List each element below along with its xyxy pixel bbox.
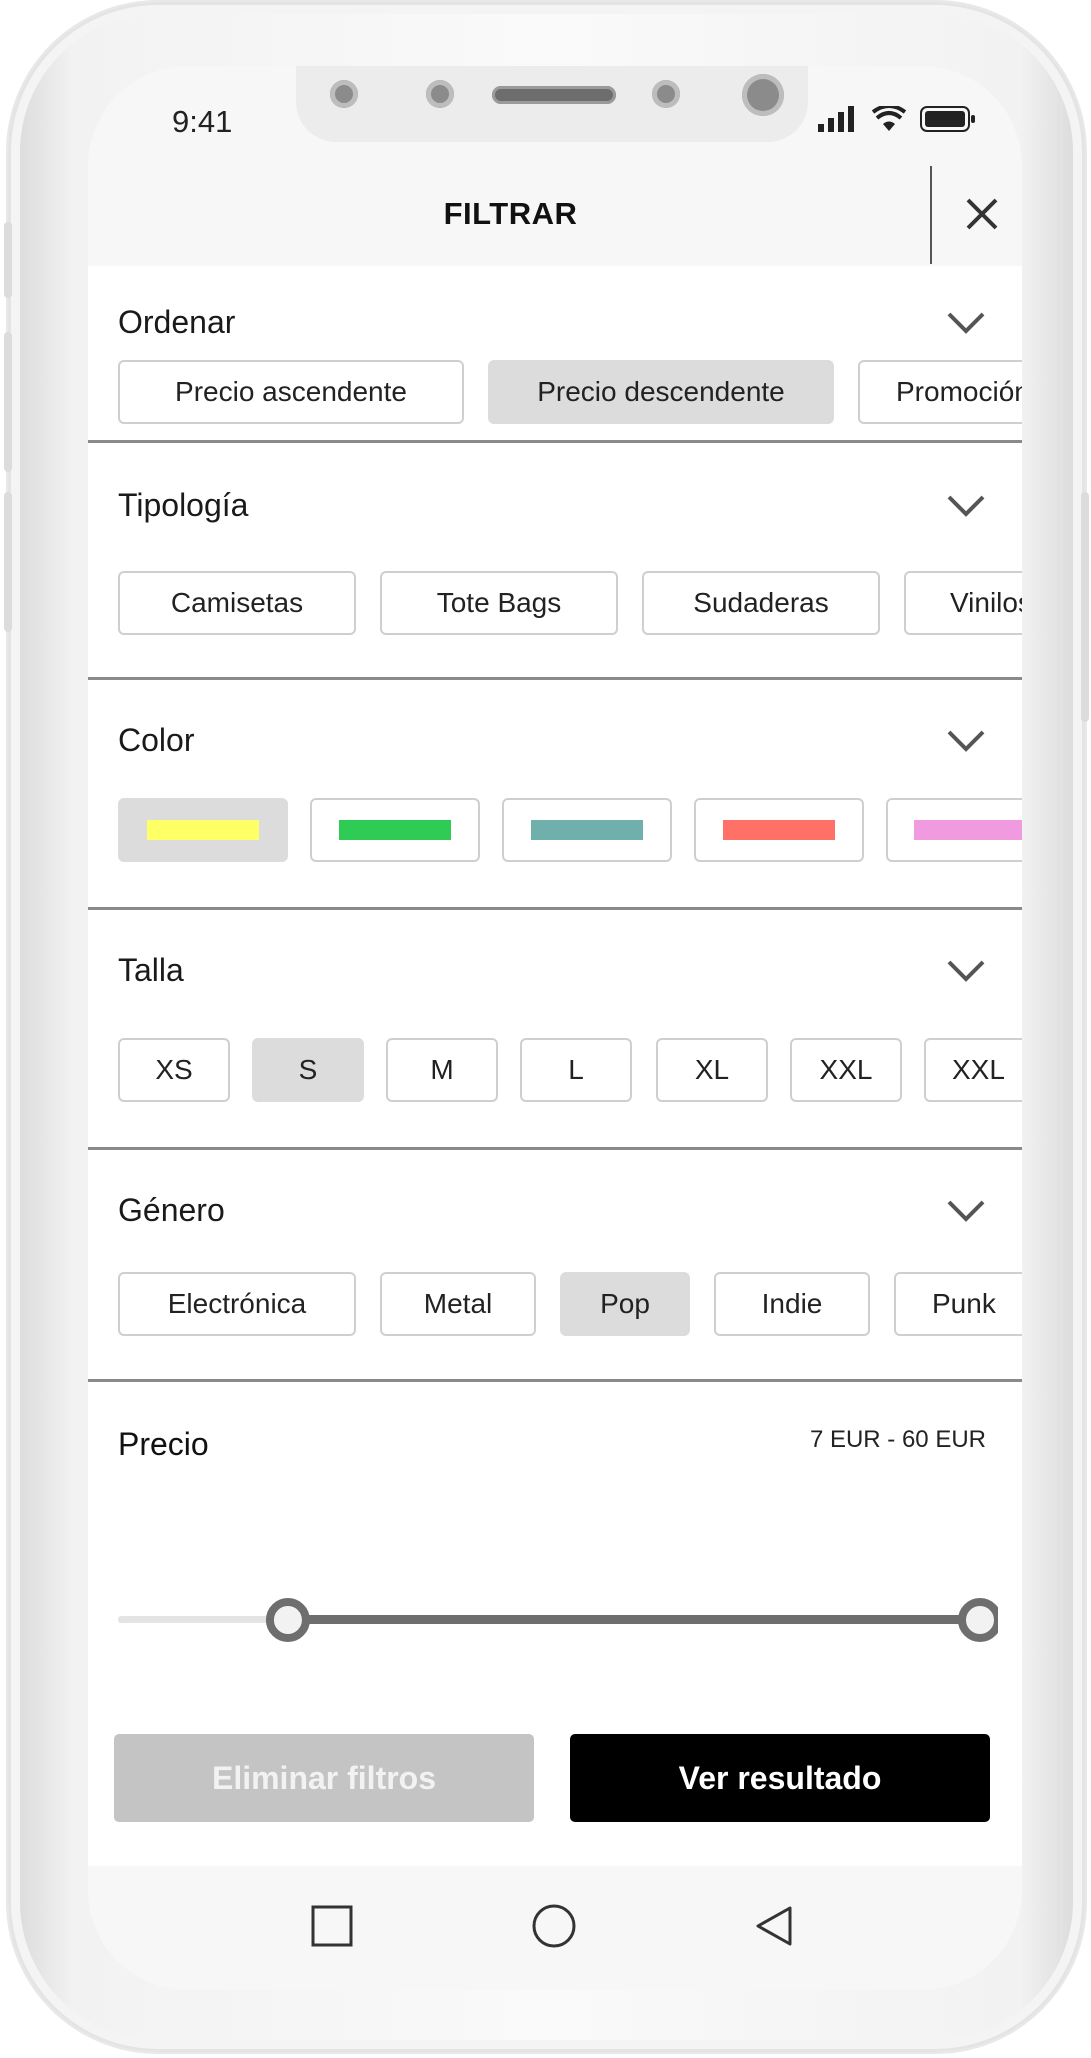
section-title-tipologia: Tipología	[118, 487, 249, 523]
size-option[interactable]: XXL	[924, 1038, 1022, 1102]
wifi-icon	[872, 106, 906, 131]
genre-option[interactable]: Electrónica	[118, 1272, 356, 1336]
sensor-icon	[652, 80, 680, 108]
chevron-down-icon[interactable]	[946, 310, 986, 336]
color-swatch-option[interactable]	[886, 798, 1022, 862]
header-divider	[930, 166, 932, 264]
section-talla: Talla XS S M L XL XXL XXL	[88, 910, 1022, 1150]
phone-frame: 9:41 FILTRAR Ordenar Precio ascendente P…	[4, 2, 1089, 2052]
color-swatch-option[interactable]	[694, 798, 864, 862]
battery-icon	[920, 106, 975, 132]
chevron-down-icon[interactable]	[946, 728, 986, 754]
status-icons	[818, 106, 976, 132]
sort-option[interactable]: Promoción	[858, 360, 1022, 424]
chevron-down-icon[interactable]	[946, 493, 986, 519]
color-swatch	[723, 820, 835, 840]
color-swatch	[914, 820, 1022, 840]
section-title-color: Color	[118, 722, 195, 758]
size-option-selected[interactable]: S	[252, 1038, 364, 1102]
status-time: 9:41	[172, 104, 233, 139]
section-title-precio: Precio	[118, 1426, 209, 1462]
color-swatch	[339, 820, 451, 840]
color-swatch-option[interactable]	[118, 798, 288, 862]
chevron-down-icon[interactable]	[946, 1198, 986, 1224]
section-title-talla: Talla	[118, 952, 184, 988]
see-results-button[interactable]: Ver resultado	[570, 1734, 990, 1822]
camera-icon	[742, 74, 784, 116]
section-title-genero: Género	[118, 1192, 225, 1228]
genre-option[interactable]: Metal	[380, 1272, 536, 1336]
section-tipologia: Tipología Camisetas Tote Bags Sudaderas …	[88, 443, 1022, 680]
size-option[interactable]: L	[520, 1038, 632, 1102]
speaker-icon	[492, 86, 616, 104]
section-title-ordenar: Ordenar	[118, 304, 236, 340]
size-option[interactable]: XL	[656, 1038, 768, 1102]
section-ordenar: Ordenar Precio ascendente Precio descend…	[88, 266, 1022, 443]
clear-filters-button[interactable]: Eliminar filtros	[114, 1734, 534, 1822]
genre-option[interactable]: Indie	[714, 1272, 870, 1336]
close-icon[interactable]	[958, 190, 1006, 238]
slider-min-handle[interactable]	[265, 1598, 310, 1642]
size-option[interactable]: XS	[118, 1038, 230, 1102]
price-range-text: 7 EUR - 60 EUR	[809, 1426, 986, 1453]
type-option[interactable]: Tote Bags	[380, 571, 618, 635]
chevron-down-icon[interactable]	[946, 958, 986, 984]
type-option[interactable]: Vinilos	[904, 571, 1022, 635]
screen: 9:41 FILTRAR Ordenar Precio ascendente P…	[88, 66, 1022, 1990]
slider-track-fill	[287, 1615, 980, 1624]
size-option[interactable]: XXL	[790, 1038, 902, 1102]
android-nav-bar	[88, 1866, 1022, 1990]
sensor-icon	[426, 80, 454, 108]
size-option[interactable]: M	[386, 1038, 498, 1102]
genre-option-selected[interactable]: Pop	[560, 1272, 690, 1336]
sort-option-selected[interactable]: Precio descendente	[488, 360, 834, 424]
color-swatch-option[interactable]	[310, 798, 480, 862]
notch	[296, 66, 808, 142]
section-genero: Género Electrónica Metal Pop Indie Punk	[88, 1150, 1022, 1382]
side-button	[4, 492, 12, 632]
side-button	[4, 222, 12, 298]
page-title: FILTRAR	[443, 196, 578, 231]
side-button	[1081, 492, 1089, 722]
slider-max-handle[interactable]	[958, 1598, 998, 1642]
circle-icon[interactable]	[530, 1902, 578, 1950]
color-swatch	[147, 820, 259, 840]
square-icon[interactable]	[308, 1902, 356, 1950]
section-color: Color	[88, 680, 1022, 910]
filter-header: FILTRAR	[88, 166, 1022, 266]
signal-icon	[818, 106, 854, 132]
color-swatch-option[interactable]	[502, 798, 672, 862]
type-option[interactable]: Camisetas	[118, 571, 356, 635]
sort-option[interactable]: Precio ascendente	[118, 360, 464, 424]
back-triangle-icon[interactable]	[750, 1902, 798, 1950]
price-slider[interactable]	[118, 1580, 998, 1660]
side-button	[4, 332, 12, 472]
genre-option[interactable]: Punk	[894, 1272, 1022, 1336]
sensor-icon	[330, 80, 358, 108]
type-option[interactable]: Sudaderas	[642, 571, 880, 635]
color-swatch	[531, 820, 643, 840]
